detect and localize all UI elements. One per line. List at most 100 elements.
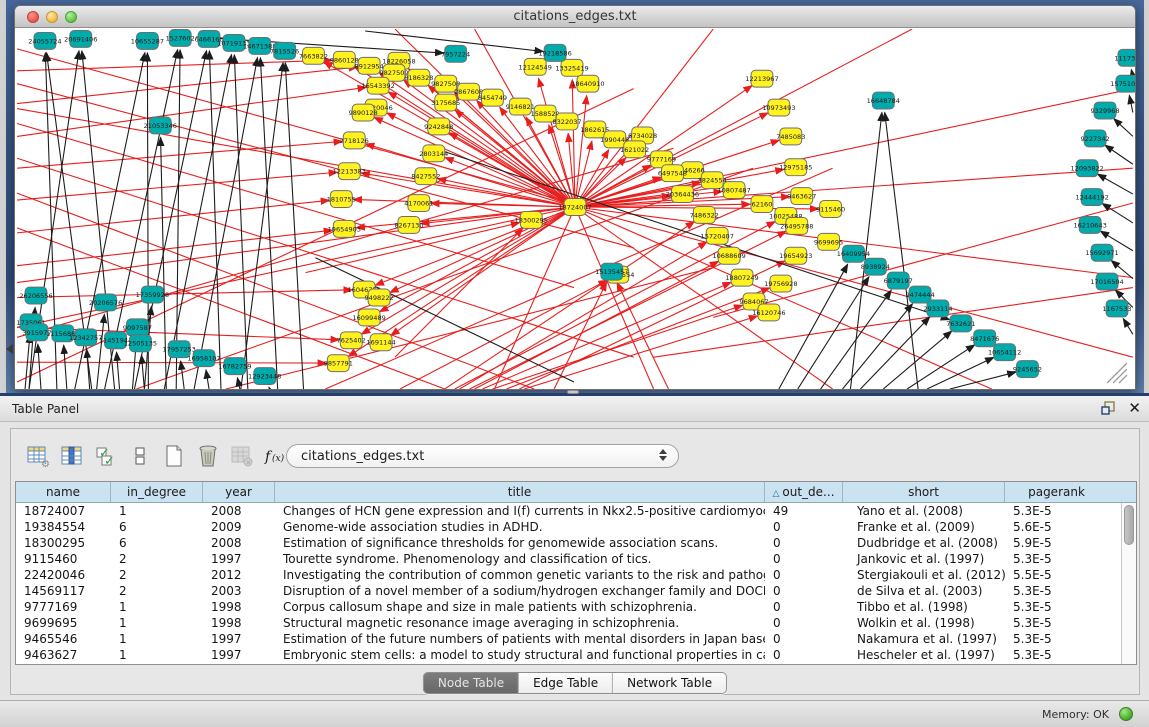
graph-node[interactable]: 7485083 (776, 128, 805, 145)
table-cell[interactable]: 2012 (203, 567, 275, 583)
table-cell[interactable]: 6 (111, 519, 203, 535)
show-hidden-columns-icon[interactable]: ✓✓ (89, 441, 123, 471)
table-cell[interactable]: 1 (111, 647, 203, 663)
graph-node[interactable]: 6879197 (884, 272, 913, 289)
table-cell[interactable]: 1997 (203, 631, 275, 647)
table-cell[interactable]: 9699695 (16, 615, 111, 631)
table-cell[interactable]: Dudbridge et al. (2008) (843, 535, 1005, 551)
network-canvas[interactable]: 1872400718300295766382298601288912954182… (15, 29, 1135, 389)
graph-node[interactable]: 18640910 (571, 75, 604, 92)
graph-node[interactable]: 1691144 (366, 334, 395, 351)
graph-node[interactable]: 24055724 (28, 32, 61, 49)
graph-node[interactable]: 8471676 (970, 330, 999, 347)
new-column-icon[interactable] (157, 441, 191, 471)
graph-node[interactable]: 9329968 (1090, 102, 1119, 119)
graph-node[interactable]: 1621022 (620, 141, 649, 158)
table-cell[interactable]: Stergiakouli et al. (2012) (843, 567, 1005, 583)
column-header-pagerank[interactable]: pagerank (1005, 482, 1108, 502)
graph-node[interactable]: 12093822 (1070, 160, 1103, 177)
graph-node[interactable]: 13325419 (555, 59, 588, 76)
table-cell[interactable]: 5.3E-5 (1005, 647, 1108, 663)
graph-node[interactable]: 1810755 (327, 191, 356, 208)
graph-node[interactable]: 7957224 (441, 45, 470, 62)
graph-node[interactable]: 8938924 (861, 258, 890, 275)
combobox-stepper-icon[interactable] (659, 449, 667, 461)
graph-node[interactable]: 15692971 (1085, 244, 1118, 261)
graph-node[interactable]: 7663822 (299, 47, 328, 64)
table-row[interactable]: 946362711997Embryonic stem cells: a mode… (16, 647, 1136, 663)
table-cell[interactable]: 0 (765, 599, 843, 615)
table-cell[interactable]: 1 (111, 503, 203, 519)
table-cell[interactable]: 5.3E-5 (1005, 631, 1108, 647)
table-cell[interactable]: 18724007 (16, 503, 111, 519)
table-settings-icon[interactable]: ⚙ (21, 441, 55, 471)
graph-node[interactable]: 9097587 (123, 319, 152, 336)
table-row[interactable]: 1830029562008Estimation of significance … (16, 535, 1136, 551)
table-cell[interactable]: 19384554 (16, 519, 111, 535)
table-cell[interactable]: 9465546 (16, 631, 111, 647)
table-cell[interactable]: 5.5E-5 (1005, 567, 1108, 583)
graph-node[interactable]: 8454749 (478, 89, 507, 106)
row-height-icon[interactable] (123, 441, 157, 471)
table-cell[interactable]: 0 (765, 631, 843, 647)
table-cell[interactable]: 18300295 (16, 535, 111, 551)
table-row[interactable]: 1872400712008Changes of HCN gene express… (16, 503, 1136, 519)
table-cell[interactable]: Wolkin et al. (1998) (843, 615, 1005, 631)
panel-collapse-arrow[interactable] (6, 344, 13, 354)
table-cell[interactable]: 1998 (203, 615, 275, 631)
close-icon[interactable]: ✕ (1128, 401, 1141, 416)
table-cell[interactable]: Jankovic et al. (1997) (843, 551, 1005, 567)
column-header-short[interactable]: short (843, 482, 1005, 502)
table-selector-combobox[interactable]: citations_edges.txt (286, 444, 679, 468)
graph-node[interactable]: 62160 (751, 196, 773, 213)
graph-node[interactable]: 20691406 (64, 30, 97, 47)
resize-grip[interactable] (1107, 363, 1127, 383)
table-cell[interactable]: 5.9E-5 (1005, 535, 1108, 551)
table-cell[interactable]: 0 (765, 647, 843, 663)
table-cell[interactable]: 9463627 (16, 647, 111, 663)
table-cell[interactable]: Estimation of the future numbers of pati… (275, 631, 765, 647)
table-cell[interactable]: Tibbo et al. (1998) (843, 599, 1005, 615)
float-window-icon[interactable] (1101, 401, 1116, 416)
table-cell[interactable]: 1 (111, 631, 203, 647)
table-cell[interactable]: 14569117 (16, 583, 111, 599)
delete-column-icon[interactable] (191, 441, 225, 471)
table-cell[interactable]: Corpus callosum shape and size in male p… (275, 599, 765, 615)
table-cell[interactable]: 0 (765, 567, 843, 583)
table-cell[interactable]: 2008 (203, 535, 275, 551)
graph-node[interactable]: 19756928 (764, 275, 797, 292)
table-cell[interactable]: 0 (765, 519, 843, 535)
table-row[interactable]: 946554611997Estimation of the future num… (16, 631, 1136, 647)
table-row[interactable]: 911546021997Tourette syndrome. Phenomeno… (16, 551, 1136, 567)
graph-node[interactable]: 15751074 (1110, 75, 1135, 92)
table-row[interactable]: 969969511998Structural magnetic resonanc… (16, 615, 1136, 631)
graph-node[interactable]: 3175685 (431, 94, 460, 111)
graph-node[interactable]: 2718126 (340, 132, 369, 149)
graph-node[interactable]: 26206556 (19, 287, 52, 304)
graph-node[interactable]: 9699695 (814, 233, 843, 250)
graph-node[interactable]: 2933114 (923, 300, 952, 317)
column-header-in_degree[interactable]: in_degree (111, 482, 203, 502)
graph-node[interactable]: 16210643 (1073, 216, 1106, 233)
table-row[interactable]: 2242004622012Investigating the contribut… (16, 567, 1136, 583)
table-cell[interactable]: Disruption of a novel member of a sodium… (275, 583, 765, 599)
graph-node[interactable]: 2803144 (419, 145, 448, 162)
table-cell[interactable]: 1998 (203, 599, 275, 615)
table-cell[interactable]: Genome-wide association studies in ADHD. (275, 519, 765, 535)
table-cell[interactable]: 1 (111, 599, 203, 615)
graph-node[interactable]: 16648784 (867, 92, 900, 109)
table-cell[interactable]: de Silva et al. (2003) (843, 583, 1005, 599)
graph-node[interactable]: 18807249 (725, 269, 758, 286)
graph-node[interactable]: 7815526 (270, 42, 299, 59)
graph-node[interactable]: 12213967 (745, 70, 778, 87)
table-cell[interactable]: 0 (765, 551, 843, 567)
table-scrollbar-thumb[interactable] (1124, 505, 1134, 545)
table-cell[interactable]: Investigating the contribution of common… (275, 567, 765, 583)
graph-node[interactable]: 8322037 (552, 113, 581, 130)
table-cell[interactable]: Tourette syndrome. Phenomenology and cla… (275, 551, 765, 567)
table-cell[interactable]: 1997 (203, 551, 275, 567)
column-header-name[interactable]: name (16, 482, 111, 502)
graph-node[interactable]: 6497548 (658, 165, 687, 182)
table-cell[interactable]: Nakamura et al. (1997) (843, 631, 1005, 647)
table-cell[interactable]: 9115460 (16, 551, 111, 567)
